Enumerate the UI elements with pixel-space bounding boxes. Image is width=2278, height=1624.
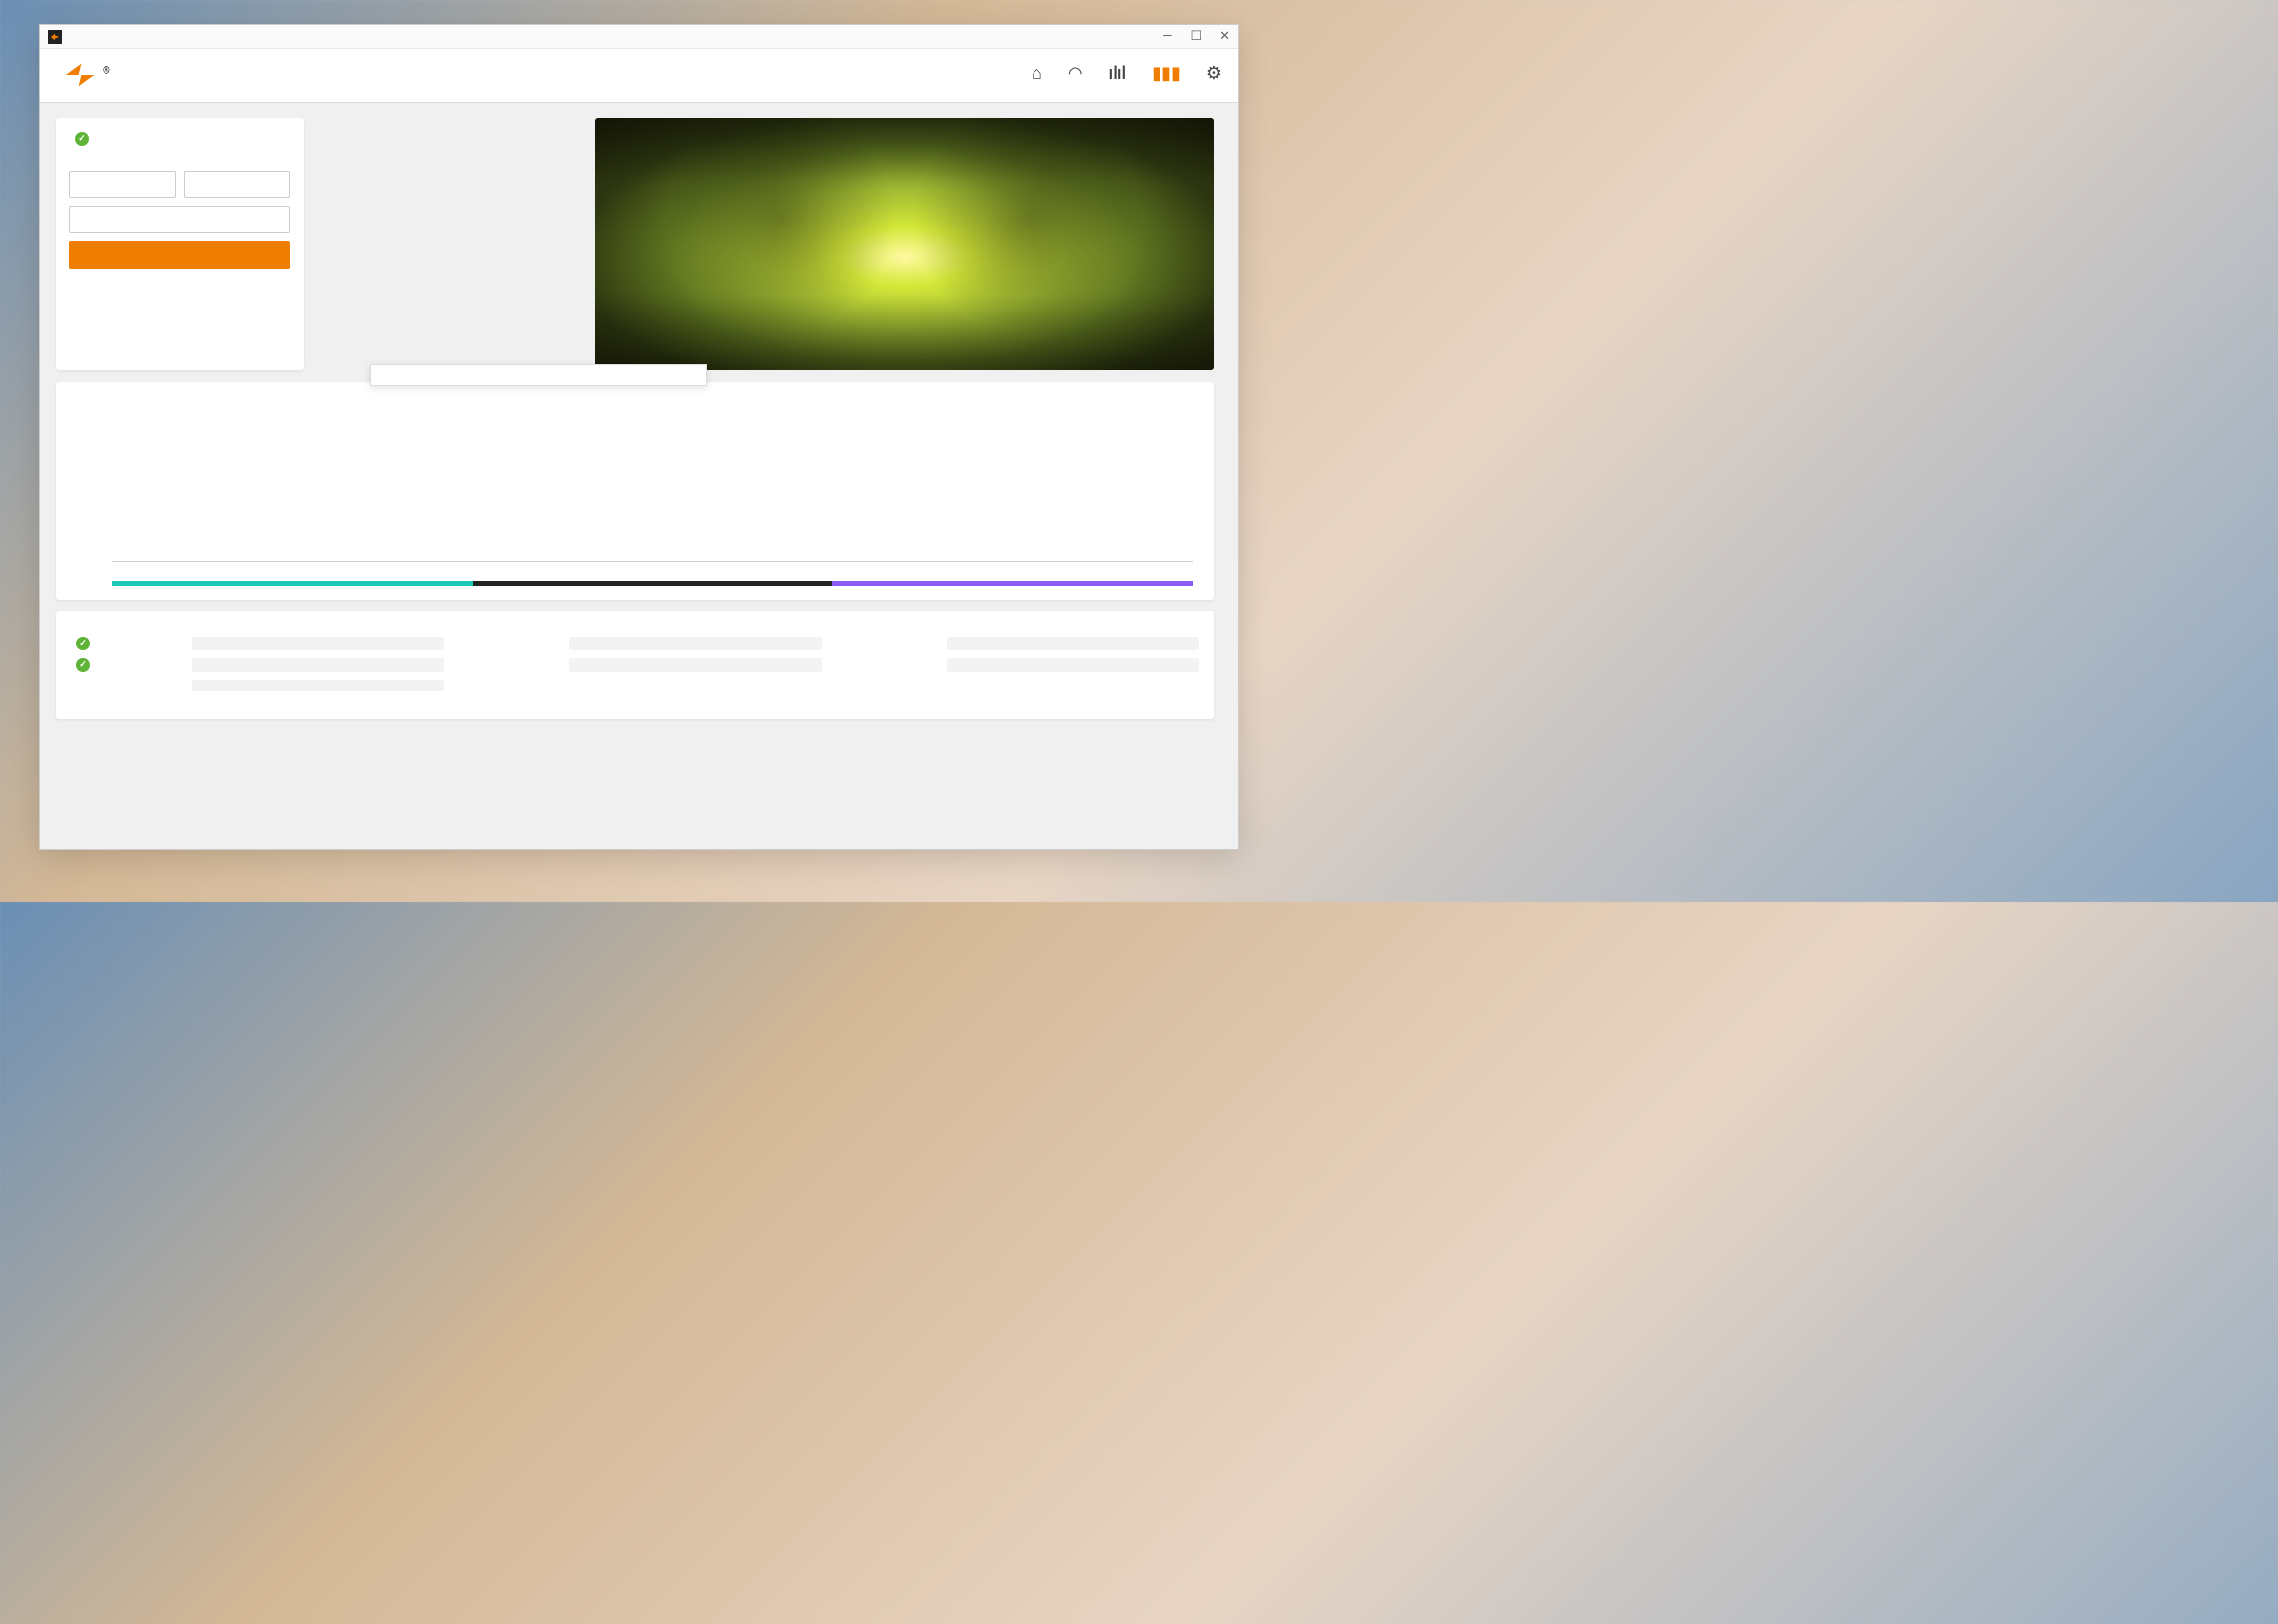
monitoring-chart[interactable] (112, 405, 1193, 562)
load-button[interactable] (69, 171, 176, 198)
chart-icon: ▮▮▮ (1152, 64, 1181, 84)
cpu-profile-title: ✓ (69, 132, 290, 146)
time-label (835, 637, 933, 650)
gui-label (458, 658, 556, 672)
save-button[interactable] (184, 171, 290, 198)
score-tooltip (370, 364, 707, 386)
app-icon (48, 30, 62, 44)
x-axis (112, 562, 1193, 575)
systeminfo-label (835, 658, 933, 672)
system-info-panel: ✓ ✓ (56, 611, 1214, 719)
time-value (947, 637, 1199, 650)
check-icon: ✓ (76, 658, 90, 672)
logo-icon (63, 59, 97, 92)
titlebar: — ☐ ✕ (40, 25, 1238, 49)
check-icon: ✓ (76, 637, 90, 650)
home-icon: ⌂ (1032, 64, 1042, 84)
hero-image (595, 118, 1214, 370)
gui-value (570, 658, 822, 672)
nav-results[interactable]: ▮▮▮ (1152, 64, 1181, 87)
gear-icon: ⚙ (1206, 64, 1222, 84)
nav-benchmarks[interactable]: ◠ (1068, 64, 1083, 87)
gpu1-value (192, 637, 444, 650)
logo: ® (63, 59, 110, 92)
cpu-value (570, 637, 822, 650)
gpu1-label: ✓ (71, 637, 179, 650)
nav-home[interactable]: ⌂ (1032, 64, 1042, 87)
gpu2-label (71, 680, 179, 691)
display1-label: ✓ (71, 658, 179, 672)
app-window: — ☐ ✕ ® ⌂ ◠ ılıl ▮▮▮ (39, 24, 1239, 850)
main-nav: ⌂ ◠ ılıl ▮▮▮ ⚙ (1032, 64, 1222, 87)
nav-stress-tests[interactable]: ılıl (1109, 64, 1127, 87)
compare-online-button[interactable] (69, 206, 290, 233)
scores-grid (316, 118, 583, 370)
gauge-icon: ◠ (1068, 64, 1083, 84)
maximize-button[interactable]: ☐ (1190, 29, 1202, 44)
verified-badge-icon: ✓ (75, 132, 89, 146)
gpu2-value (192, 680, 444, 691)
bars-icon: ılıl (1109, 64, 1127, 84)
systeminfo-value (947, 658, 1199, 672)
legend-bars (112, 581, 1193, 586)
minimize-button[interactable]: — (1162, 29, 1172, 44)
monitoring-panel (56, 382, 1214, 600)
close-button[interactable]: ✕ (1219, 29, 1230, 44)
main-body: ✓ (40, 103, 1238, 849)
logo-text: ® (103, 63, 110, 88)
app-header: ® ⌂ ◠ ılıl ▮▮▮ ⚙ (40, 49, 1238, 103)
display1-value (192, 658, 444, 672)
cpu-label (458, 637, 556, 650)
run-again-button[interactable] (69, 241, 290, 269)
cpu-profile-panel: ✓ (56, 118, 304, 370)
nav-options[interactable]: ⚙ (1206, 64, 1222, 87)
